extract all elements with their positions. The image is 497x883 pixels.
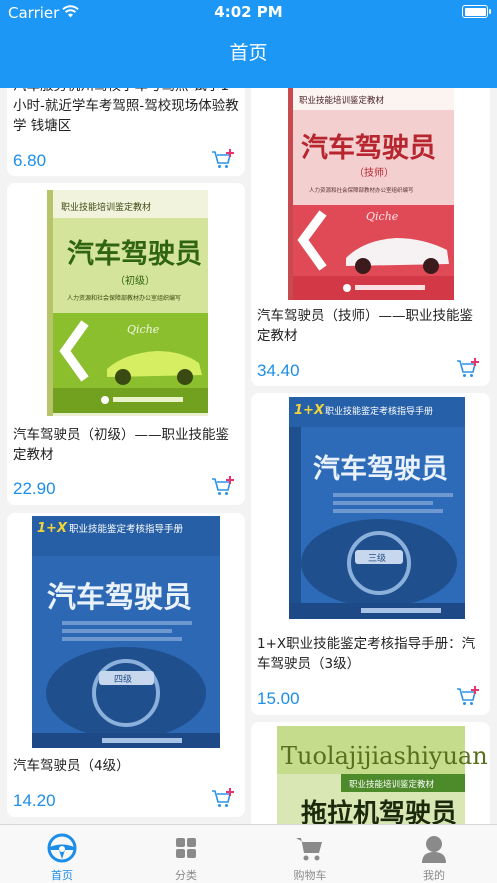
cover-publisher-text: 人力资源和社会保障部教材办公室组织编写 [67, 294, 181, 302]
cover-level-text: 三级 [368, 552, 386, 564]
cover-title-text: 汽车驾驶员 [47, 580, 192, 614]
cover-series-text: 职业技能培训鉴定教材 [299, 95, 385, 106]
page-title: 首页 [229, 42, 268, 64]
product-card[interactable]: Tuolajijiashiyuan 职业技能培训鉴定教材 拖拉机驾驶员 [251, 722, 490, 824]
product-price: 34.40 [257, 361, 300, 380]
cover-pinyin-text: Tuolajijiashiyuan [281, 742, 488, 770]
tab-home[interactable]: 首页 [0, 825, 124, 883]
product-title: 汽车驾驶员（4级） [13, 758, 130, 774]
tab-label: 购物车 [293, 869, 327, 882]
product-title: 汽车服务杭州驾校学车考驾照-试学1小时-就近学车考驾照-驾校现场体验教学 钱塘区 [13, 88, 239, 134]
product-image: 职业技能培训鉴定教材 汽车驾驶员 （技师） 人力资源和社会保障部教材办公室组织编… [251, 88, 490, 302]
cover-title-text: 拖拉机驾驶员 [301, 798, 457, 824]
cover-level-text: 四级 [114, 673, 132, 685]
tab-cart[interactable]: 购物车 [248, 825, 372, 883]
tab-profile[interactable]: 我的 [372, 825, 496, 883]
cover-pinyin-text: Qiche [127, 323, 160, 336]
cover-title-text: 汽车驾驶员 [67, 238, 202, 270]
product-image: 1+X 职业技能鉴定考核指导手册 汽车驾驶员 三级 [251, 393, 490, 625]
tab-label: 我的 [423, 869, 445, 882]
cart-icon [296, 838, 322, 861]
product-card[interactable]: 职业技能培训鉴定教材 汽车驾驶员 （初级） 人力资源和社会保障部教材办公室组织编… [7, 183, 245, 505]
product-grid[interactable]: 汽车服务杭州驾校学车考驾照-试学1小时-就近学车考驾照-驾校现场体验教学 钱塘区… [0, 88, 497, 824]
product-image: 1+X 职业技能鉴定考核指导手册 汽车驾驶员 四级 [7, 513, 245, 750]
cover-pinyin-text: Qiche [366, 210, 399, 223]
person-icon [422, 836, 446, 863]
product-title: 汽车驾驶员（技师）——职业技能鉴定教材 [257, 308, 473, 344]
product-title: 1+X职业技能鉴定考核指导手册：汽车驾驶员（3级） [257, 636, 476, 672]
steering-wheel-icon [47, 833, 77, 863]
cover-series-text: 职业技能培训鉴定教材 [61, 201, 151, 213]
product-image: Tuolajijiashiyuan 职业技能培训鉴定教材 拖拉机驾驶员 [251, 722, 490, 824]
add-to-cart-icon[interactable] [211, 475, 235, 497]
add-to-cart-icon[interactable] [211, 148, 235, 170]
top-bar: Carrier 4:02 PM 首页 [0, 0, 497, 88]
cover-brand-text: 1+X [37, 521, 68, 536]
product-image: 职业技能培训鉴定教材 汽车驾驶员 （初级） 人力资源和社会保障部教材办公室组织编… [7, 183, 245, 423]
clock: 4:02 PM [214, 3, 283, 21]
product-price: 14.20 [13, 791, 56, 810]
tab-bar: 首页 分类 购物车 我的 [0, 824, 497, 883]
product-card[interactable]: 1+X 职业技能鉴定考核指导手册 汽车驾驶员 三级 1+X职业技能鉴定考核指导手… [251, 393, 490, 715]
cover-level-text: （初级） [115, 274, 155, 287]
add-to-cart-icon[interactable] [456, 685, 480, 707]
product-card[interactable]: 汽车服务杭州驾校学车考驾照-试学1小时-就近学车考驾照-驾校现场体验教学 钱塘区… [7, 88, 245, 176]
battery-icon [462, 5, 491, 18]
cover-level-text: （技师） [354, 166, 394, 179]
add-to-cart-icon[interactable] [211, 787, 235, 809]
cover-brand-text: 1+X [294, 403, 325, 418]
product-price: 15.00 [257, 689, 300, 708]
cover-series-text: 职业技能鉴定考核指导手册 [69, 523, 184, 535]
product-price: 6.80 [13, 151, 47, 170]
tab-label: 分类 [175, 869, 197, 882]
cover-title-text: 汽车驾驶员 [313, 453, 448, 485]
cover-series-text: 职业技能培训鉴定教材 [349, 779, 435, 790]
tab-category[interactable]: 分类 [124, 825, 248, 883]
cover-publisher-text: 人力资源和社会保障部教材办公室组织编写 [309, 186, 414, 194]
grid-icon [176, 838, 196, 858]
add-to-cart-icon[interactable] [456, 357, 480, 379]
cover-series-text: 职业技能鉴定考核指导手册 [325, 405, 433, 417]
tab-label: 首页 [51, 869, 73, 882]
cover-title-text: 汽车驾驶员 [301, 132, 436, 164]
product-card[interactable]: 1+X 职业技能鉴定考核指导手册 汽车驾驶员 四级 汽车驾驶员（4级） 14.2… [7, 513, 245, 817]
product-title: 汽车驾驶员（初级）——职业技能鉴定教材 [13, 427, 229, 463]
product-card[interactable]: 职业技能培训鉴定教材 汽车驾驶员 （技师） 人力资源和社会保障部教材办公室组织编… [251, 88, 490, 386]
status-bar: Carrier 4:02 PM [0, 0, 497, 26]
product-price: 22.90 [13, 479, 56, 498]
